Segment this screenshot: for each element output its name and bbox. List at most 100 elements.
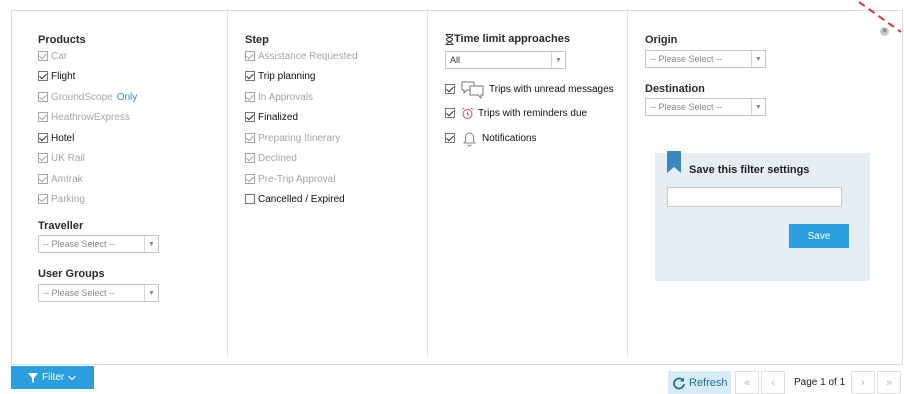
filter-name-input[interactable] [667,187,842,207]
first-page-button[interactable]: « [735,371,759,394]
reminders-due-checkbox[interactable]: Trips with reminders due [445,106,587,120]
next-page-button[interactable]: › [851,371,875,394]
user-groups-heading: User Groups [38,268,105,280]
last-page-button[interactable]: » [877,371,901,394]
checkbox-label: Preparing Itinerary [258,132,341,144]
checkbox-box[interactable] [245,194,255,204]
time-limit-heading: Time limit approaches [445,33,570,45]
funnel-icon [28,372,38,383]
checkbox-box[interactable] [38,71,48,81]
select-value: -- Please Select -- [43,239,116,249]
product-heathrowexpress-checkbox[interactable]: HeathrowExpress [38,110,130,124]
user-groups-select[interactable]: -- Please Select -- ▼ [38,284,159,302]
chevron-down-icon[interactable]: ▼ [551,52,565,68]
refresh-button[interactable]: Refresh [668,371,731,394]
checkbox-label: Cancelled / Expired [258,193,345,205]
chevron-down-icon[interactable]: ▼ [144,236,158,252]
checkbox-label: Pre-Trip Approval [258,173,336,185]
only-link[interactable]: Only [117,92,138,103]
checkbox-label: Hotel [51,132,75,144]
origin-select[interactable]: -- Please Select -- ▼ [645,50,766,68]
checkbox-label: Finalized [258,111,299,123]
checkbox-label: Trips with reminders due [478,107,588,119]
product-car-checkbox[interactable]: Car [38,49,67,63]
checkbox-label: Car [51,50,68,62]
checkbox-box[interactable] [445,84,455,94]
checkbox-box[interactable] [38,174,48,184]
select-value: -- Please Select -- [650,54,723,64]
destination-select[interactable]: -- Please Select -- ▼ [645,98,766,116]
step-trip-planning-checkbox[interactable]: Trip planning [245,69,315,83]
chevron-down-icon[interactable]: ▼ [144,285,158,301]
step-pre-trip-approval-checkbox[interactable]: Pre-Trip Approval [245,172,335,186]
select-value: -- Please Select -- [650,102,723,112]
checkbox-label: Flight [51,70,76,82]
filter-panel: Products Car Flight GroundScope Only Hea… [11,10,903,365]
refresh-icon [673,377,685,389]
product-hotel-checkbox[interactable]: Hotel [38,131,74,145]
checkbox-label: Notifications [482,132,537,144]
select-value: -- Please Select -- [43,288,116,298]
checkbox-box[interactable] [245,174,255,184]
step-assistance-checkbox[interactable]: Assistance Requested [245,49,358,63]
product-flight-checkbox[interactable]: Flight [38,69,75,83]
checkbox-box[interactable] [38,112,48,122]
save-button[interactable]: Save [789,224,849,248]
products-heading: Products [38,34,86,46]
checkbox-label: Parking [51,193,85,205]
prev-page-button[interactable]: ‹ [761,371,785,394]
checkbox-label: Amtrak [51,173,83,185]
step-cancelled-checkbox[interactable]: Cancelled / Expired [245,192,345,206]
step-column: Step Assistance Requested Trip planning … [227,11,427,356]
product-groundscope-checkbox[interactable]: GroundScope Only [38,90,137,104]
product-ukrail-checkbox[interactable]: UK Rail [38,151,85,165]
checkbox-box[interactable] [38,194,48,204]
chevron-down-icon [68,375,77,380]
origin-heading: Origin [645,34,678,46]
step-finalized-checkbox[interactable]: Finalized [245,110,298,124]
alarm-clock-icon [461,107,474,119]
bell-icon [463,132,476,146]
checkbox-label: Trip planning [258,70,316,82]
traveller-select[interactable]: -- Please Select -- ▼ [38,235,159,253]
chevron-down-icon[interactable]: ▼ [751,99,765,115]
bookmark-icon [667,151,681,173]
refresh-label: Refresh [689,376,728,389]
step-preparing-itinerary-checkbox[interactable]: Preparing Itinerary [245,131,340,145]
chevron-down-icon[interactable]: ▼ [751,51,765,67]
message-icon [461,81,484,99]
checkbox-label: HeathrowExpress [51,111,130,123]
filter-toggle-button[interactable]: Filter [11,366,94,389]
checkbox-box[interactable] [38,133,48,143]
page-indicator: Page 1 of 1 [794,377,846,388]
unread-messages-checkbox[interactable]: Trips with unread messages [445,77,614,101]
checkbox-label: Declined [258,152,297,164]
checkbox-box[interactable] [245,153,255,163]
time-limit-title: Time limit approaches [454,33,570,45]
step-in-approvals-checkbox[interactable]: In Approvals [245,90,313,104]
select-value: All [450,55,461,65]
checkbox-box[interactable] [245,92,255,102]
checkbox-box[interactable] [38,153,48,163]
filter-label: Filter [42,372,65,383]
checkbox-box[interactable] [245,112,255,122]
destination-heading: Destination [645,83,705,95]
checkbox-box[interactable] [245,51,255,61]
checkbox-box[interactable] [38,51,48,61]
checkbox-box[interactable] [245,133,255,143]
time-limit-select[interactable]: All ▼ [445,51,566,69]
checkbox-box[interactable] [445,133,455,143]
checkbox-label: Assistance Requested [258,50,358,62]
traveller-heading: Traveller [38,220,84,232]
product-parking-checkbox[interactable]: Parking [38,192,85,206]
product-amtrak-checkbox[interactable]: Amtrak [38,172,83,186]
checkbox-box[interactable] [38,92,48,102]
save-filter-title: Save this filter settings [689,164,810,176]
notifications-checkbox[interactable]: Notifications [445,129,536,147]
checkbox-label: Trips with unread messages [489,83,614,95]
step-declined-checkbox[interactable]: Declined [245,151,297,165]
checkbox-box[interactable] [245,71,255,81]
checkbox-label: GroundScope [51,91,113,103]
checkbox-box[interactable] [445,108,455,118]
dashed-line-icon [858,1,902,33]
